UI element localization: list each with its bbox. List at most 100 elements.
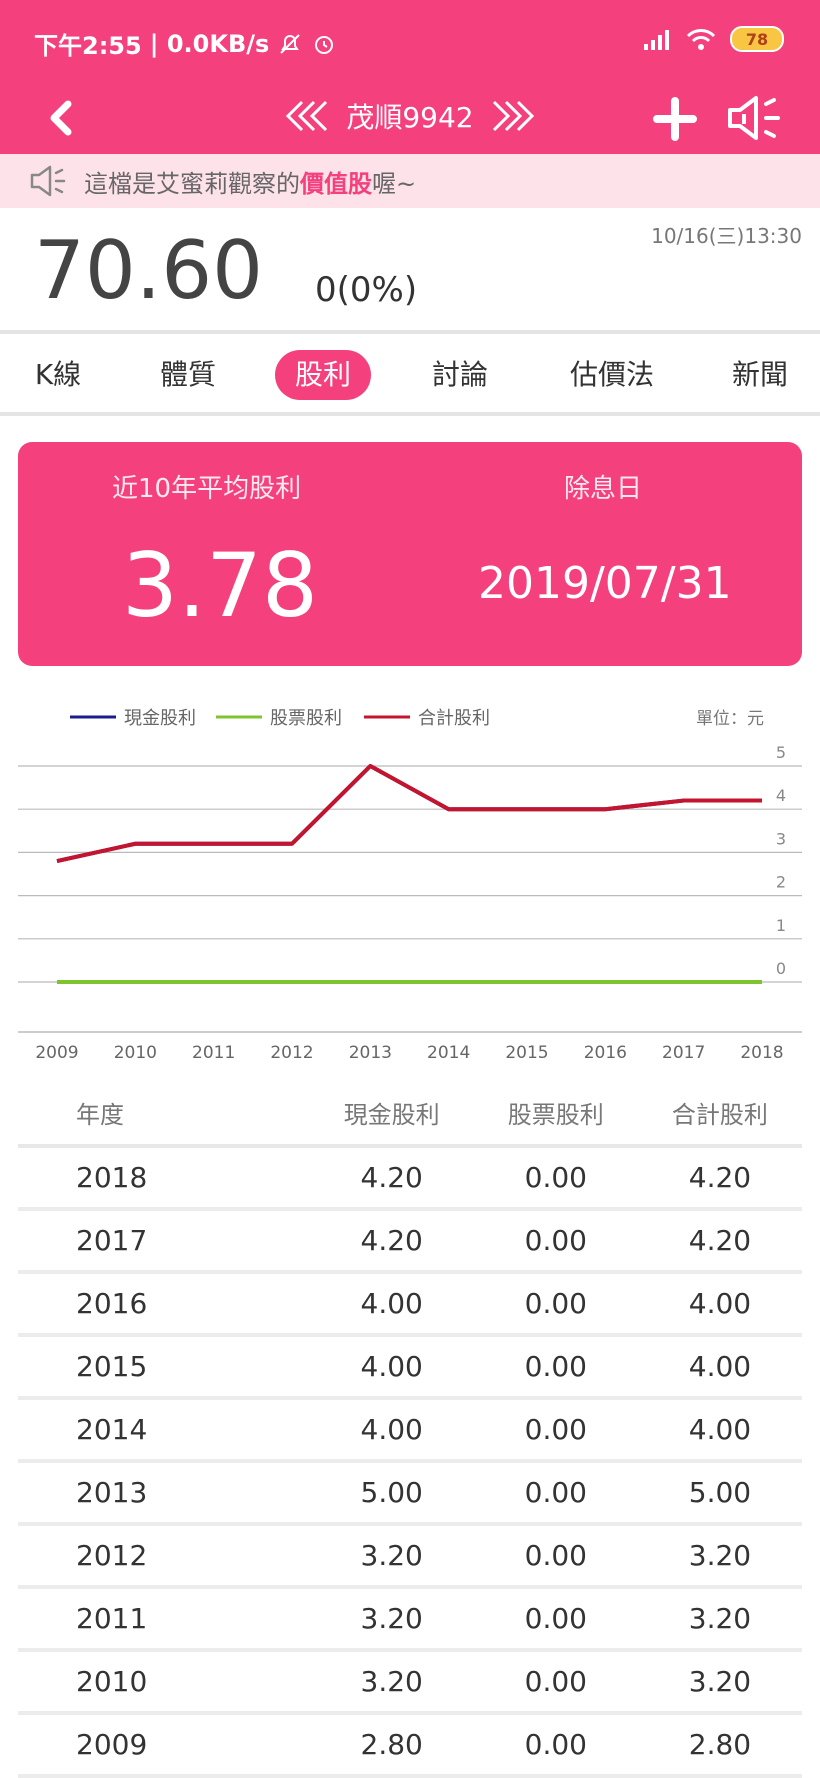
header-year: 年度: [18, 1080, 310, 1148]
cell-year: 2017: [18, 1209, 310, 1274]
cell-cash-dividend: 4.00: [309, 1272, 474, 1337]
status-right: 78: [642, 26, 784, 52]
table-row: 2016 4.00 0.00 4.00: [18, 1272, 802, 1337]
cell-total-dividend: 4.00: [637, 1335, 802, 1400]
cell-total-dividend: 2.80: [637, 1713, 802, 1778]
stock-price: 70.60: [34, 224, 264, 317]
y-tick-label: 0: [776, 959, 786, 978]
cell-total-dividend: 4.00: [637, 1272, 802, 1337]
cell-year: 2016: [18, 1272, 310, 1337]
tab-kline[interactable]: K線: [30, 350, 86, 400]
battery-indicator: 78: [730, 26, 784, 52]
network-speed: | 0.0KB/s: [149, 29, 270, 58]
megaphone-icon: [30, 165, 66, 197]
avg-dividend-label: 近10年平均股利: [112, 474, 302, 504]
table-row: 2018 4.20 0.00 4.20: [18, 1146, 802, 1211]
cell-total-dividend: 4.20: [637, 1146, 802, 1211]
y-tick-label: 3: [776, 829, 786, 848]
cell-year: 2013: [18, 1461, 310, 1526]
x-tick-label: 2016: [584, 1043, 627, 1063]
cell-stock-dividend: 0.00: [473, 1587, 638, 1652]
tab-valuation[interactable]: 估價法: [564, 350, 660, 400]
legend-label: 合計股利: [418, 708, 490, 729]
cell-stock-dividend: 0.00: [473, 1524, 638, 1589]
x-tick-label: 2015: [505, 1043, 548, 1063]
x-tick-label: 2012: [270, 1043, 313, 1063]
y-tick-label: 4: [776, 786, 786, 805]
cell-cash-dividend: 4.20: [309, 1146, 474, 1211]
x-tick-label: 2013: [349, 1043, 392, 1063]
status-bar: 下午2:55 | 0.0KB/s 78: [0, 0, 820, 84]
cell-stock-dividend: 0.00: [473, 1335, 638, 1400]
cell-year: 2015: [18, 1335, 310, 1400]
y-tick-label: 1: [776, 916, 786, 935]
cell-stock-dividend: 0.00: [473, 1713, 638, 1778]
notice-prefix: 這檔是艾蜜莉觀察的: [84, 169, 300, 198]
table-row: 2012 3.20 0.00 3.20: [18, 1524, 802, 1589]
signal-icon: [644, 30, 669, 50]
cell-cash-dividend: 4.00: [309, 1398, 474, 1463]
legend-label: 現金股利: [124, 708, 196, 729]
notice-highlight[interactable]: 價值股: [300, 164, 372, 199]
title-bar: 茂順9942: [0, 84, 820, 154]
cell-stock-dividend: 0.00: [473, 1650, 638, 1715]
cell-cash-dividend: 2.80: [309, 1713, 474, 1778]
tab-news[interactable]: 新聞: [724, 350, 796, 400]
series-line-0: [56, 764, 762, 863]
cell-year: 2009: [18, 1713, 310, 1778]
notice-banner: 這檔是艾蜜莉觀察的 價值股 喔~: [0, 154, 820, 208]
series-line-2: [56, 764, 762, 863]
cell-stock-dividend: 0.00: [473, 1461, 638, 1526]
header-cash-dividend: 現金股利: [309, 1080, 474, 1148]
y-tick-label: 5: [776, 743, 786, 762]
cell-cash-dividend: 4.20: [309, 1209, 474, 1274]
dividend-table: 年度 現金股利 股票股利 合計股利 2018 4.20 0.00 4.20 2017 4.…: [18, 1080, 802, 1778]
quote-time: 10/16(三)13:30: [651, 224, 802, 248]
notice-suffix: 喔~: [372, 169, 417, 198]
cell-year: 2014: [18, 1398, 310, 1463]
avg-dividend-value: 3.78: [122, 534, 318, 637]
x-tick-label: 2009: [35, 1043, 78, 1063]
status-left: 下午2:55 | 0.0KB/s: [34, 26, 337, 61]
table-row: 2017 4.20 0.00 4.20: [18, 1209, 802, 1274]
tab-bar: K線 體質 股利 討論 估價法 新聞: [0, 330, 820, 416]
x-tick-label: 2011: [192, 1043, 235, 1063]
cell-year: 2018: [18, 1146, 310, 1211]
y-tick-label: 2: [776, 873, 786, 892]
status-time: 下午2:55: [34, 32, 142, 60]
cell-year: 2010: [18, 1650, 310, 1715]
previous-stock-icon[interactable]: [280, 96, 328, 136]
header-stock-dividend: 股票股利: [473, 1080, 638, 1148]
cell-cash-dividend: 3.20: [309, 1587, 474, 1652]
table-row: 2011 3.20 0.00 3.20: [18, 1587, 802, 1652]
cell-stock-dividend: 0.00: [473, 1272, 638, 1337]
ex-dividend-label: 除息日: [564, 474, 643, 504]
cell-total-dividend: 4.00: [637, 1398, 802, 1463]
cell-stock-dividend: 0.00: [473, 1398, 638, 1463]
tab-discussion[interactable]: 討論: [424, 350, 496, 400]
tab-fundamentals[interactable]: 體質: [152, 350, 224, 400]
alarm-icon: [315, 35, 334, 54]
add-icon[interactable]: [652, 96, 698, 142]
x-tick-label: 2017: [662, 1043, 705, 1063]
cell-stock-dividend: 0.00: [473, 1209, 638, 1274]
cell-total-dividend: 3.20: [637, 1524, 802, 1589]
cell-stock-dividend: 0.00: [473, 1146, 638, 1211]
cell-year: 2012: [18, 1524, 310, 1589]
legend-label: 股票股利: [270, 708, 342, 729]
header-total-dividend: 合計股利: [637, 1080, 802, 1148]
price-change: 0(0%): [315, 270, 418, 310]
table-row: 2013 5.00 0.00 5.00: [18, 1461, 802, 1526]
table-header-row: 年度 現金股利 股票股利 合計股利: [18, 1080, 802, 1148]
stock-title: 茂順9942: [346, 101, 474, 134]
table-row: 2010 3.20 0.00 3.20: [18, 1650, 802, 1715]
tab-dividends[interactable]: 股利: [275, 350, 371, 400]
speaker-icon[interactable]: [724, 90, 784, 146]
table-row: 2009 2.80 0.00 2.80: [18, 1713, 802, 1778]
cell-cash-dividend: 3.20: [309, 1524, 474, 1589]
table-row: 2014 4.00 0.00 4.00: [18, 1398, 802, 1463]
next-stock-icon[interactable]: [492, 96, 540, 136]
cell-total-dividend: 3.20: [637, 1587, 802, 1652]
cell-year: 2011: [18, 1587, 310, 1652]
quote-section: 70.60 0(0%) 10/16(三)13:30: [0, 208, 820, 328]
